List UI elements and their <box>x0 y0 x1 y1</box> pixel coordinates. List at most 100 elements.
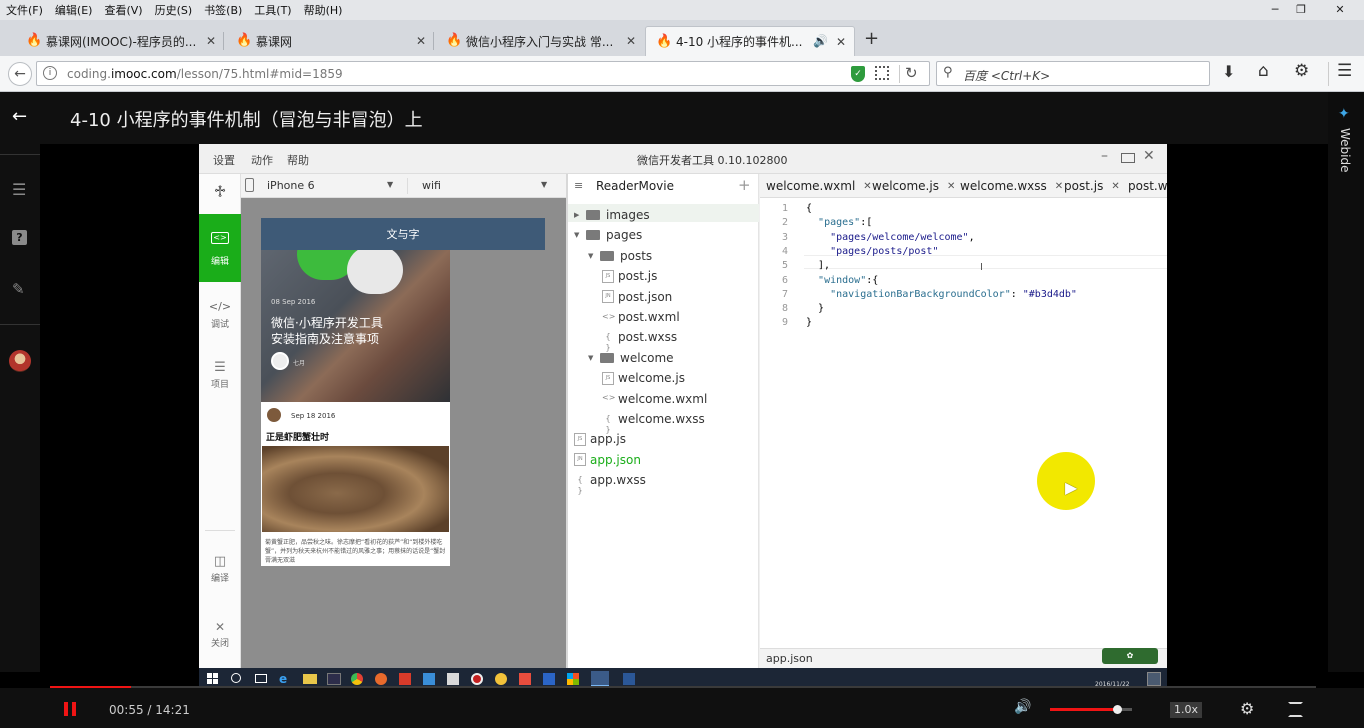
close-icon[interactable]: ✕ <box>1055 181 1063 192</box>
ide-menu-actions[interactable]: 动作 <box>251 152 273 168</box>
file-tree-item[interactable]: ▶ images <box>574 206 650 224</box>
chevron-down-icon[interactable]: ▼ <box>588 354 598 362</box>
nav-edit[interactable]: <> 编辑 <box>199 214 241 282</box>
speaker-icon[interactable]: 🔊 <box>813 34 828 48</box>
minimize-icon[interactable]: – <box>1101 148 1108 164</box>
qr-code-icon[interactable] <box>875 66 889 80</box>
close-icon[interactable]: ✕ <box>836 35 846 49</box>
volume-slider[interactable] <box>1050 705 1132 714</box>
post-card[interactable]: Sep 18 2016 正是虾肥蟹壮时 菊黄蟹正肥，品尝秋之味。徐志摩把“看初花… <box>261 402 450 566</box>
pause-icon[interactable] <box>64 702 68 716</box>
ide-menu-help[interactable]: 帮助 <box>287 152 309 168</box>
fullscreen-icon[interactable] <box>1288 702 1303 717</box>
tab-course[interactable]: 🔥 微信小程序入门与实战 常... ✕ <box>436 26 644 56</box>
chevron-down-icon[interactable]: ▼ <box>541 180 547 189</box>
app-icon[interactable] <box>567 673 579 685</box>
code-editor[interactable]: welcome.wxml ✕ welcome.js ✕ welcome.wxss ✕ … <box>760 174 1167 668</box>
close-icon[interactable]: ✕ <box>626 34 636 48</box>
word-icon[interactable] <box>623 673 635 685</box>
close-icon[interactable]: ✕ <box>1111 181 1119 192</box>
edge-icon[interactable]: e <box>279 672 291 686</box>
playback-speed-button[interactable]: 1.0x <box>1170 702 1202 718</box>
device-select[interactable]: iPhone 6 <box>267 179 315 192</box>
question-icon[interactable]: ? <box>12 230 27 245</box>
volume-icon[interactable]: 🔊 <box>1014 699 1031 715</box>
avatar[interactable] <box>9 350 31 372</box>
search-icon[interactable] <box>231 673 241 683</box>
file-tree-item[interactable]: { } post.wxss <box>602 328 677 352</box>
nav-compile[interactable]: ◫ 编译 <box>199 554 241 584</box>
menu-edit[interactable]: 编辑(E) <box>55 2 93 18</box>
firefox-icon[interactable] <box>375 673 387 685</box>
shield-check-icon[interactable]: ✓ <box>851 66 865 82</box>
home-icon[interactable]: ⌂ <box>1258 61 1269 81</box>
app-icon[interactable] <box>519 673 531 685</box>
editor-tab-welcome-wxml[interactable]: welcome.wxml ✕ <box>766 174 872 197</box>
file-tree-item[interactable]: JS welcome.js <box>602 369 685 387</box>
close-icon[interactable]: ✕ <box>863 181 871 192</box>
minimize-window-icon[interactable]: ─ <box>1262 0 1288 18</box>
info-icon[interactable]: i <box>43 66 57 80</box>
file-tree-item[interactable]: JN app.json <box>574 451 641 469</box>
photoshop-icon[interactable] <box>327 673 341 685</box>
file-tree-item[interactable]: JS post.js <box>602 267 657 285</box>
notification-icon[interactable] <box>1147 672 1161 686</box>
nav-project[interactable]: ☰ 项目 <box>199 360 241 390</box>
close-icon[interactable]: ✕ <box>1143 148 1155 164</box>
file-explorer-icon[interactable] <box>303 674 317 684</box>
menu-help[interactable]: 帮助(H) <box>304 2 343 18</box>
file-tree-item[interactable]: <> post.wxml <box>602 308 680 326</box>
file-tree-item[interactable]: { } welcome.wxss <box>602 410 704 434</box>
editor-tab-post-js[interactable]: post.js ✕ <box>1064 174 1120 197</box>
chevron-right-icon[interactable]: ▶ <box>574 211 584 219</box>
ide-menu-settings[interactable]: 设置 <box>213 152 235 168</box>
close-icon[interactable]: ✕ <box>416 34 426 48</box>
file-tree-item[interactable]: <> welcome.wxml <box>602 390 707 408</box>
chevron-down-icon[interactable]: ▼ <box>574 231 584 239</box>
download-icon[interactable]: ⬇ <box>1222 62 1235 81</box>
app-icon[interactable] <box>447 673 459 685</box>
close-icon[interactable]: ✕ <box>206 34 216 48</box>
tab-imooc-home[interactable]: 🔥 慕课网(IMOOC)-程序员的... ✕ <box>16 26 224 56</box>
app-icon[interactable] <box>495 673 507 685</box>
phone-rotate-icon[interactable] <box>245 178 254 192</box>
close-window-icon[interactable]: ✕ <box>1320 0 1360 18</box>
restore-window-icon[interactable]: ❐ <box>1288 0 1314 18</box>
menu-history[interactable]: 历史(S) <box>155 2 193 18</box>
record-icon[interactable] <box>471 673 483 685</box>
file-tree-item[interactable]: ▼ welcome <box>588 349 674 367</box>
post-banner-image[interactable]: 08 Sep 2016 微信·小程序开发工具 安装指南及注意事项 七月 <box>261 250 450 402</box>
pencil-icon[interactable]: ✎ <box>12 280 25 298</box>
back-arrow-icon[interactable]: ← <box>8 62 32 86</box>
file-tree-item[interactable]: JS app.js <box>574 430 626 448</box>
add-file-icon[interactable]: + <box>738 176 751 194</box>
back-arrow-icon[interactable]: ← <box>12 106 27 127</box>
chapter-list-icon[interactable]: ☰ <box>12 180 26 199</box>
new-tab-button[interactable]: + <box>864 28 879 49</box>
editor-tab-welcome-js[interactable]: welcome.js ✕ <box>872 174 955 197</box>
menu-bookmarks[interactable]: 书签(B) <box>204 2 242 18</box>
settings-gear-icon[interactable]: ⚙ <box>1240 699 1254 718</box>
maximize-icon[interactable] <box>1121 153 1135 163</box>
gear-icon[interactable]: ⚙ <box>1294 61 1309 81</box>
reload-icon[interactable]: ↻ <box>905 64 918 82</box>
windows-start-icon[interactable] <box>207 673 218 684</box>
chevron-down-icon[interactable]: ▼ <box>588 252 598 260</box>
file-tree-item[interactable]: ▼ pages <box>574 226 642 244</box>
menu-view[interactable]: 查看(V) <box>104 2 142 18</box>
app-icon[interactable] <box>543 673 555 685</box>
hamburger-menu-icon[interactable]: ☰ <box>1337 61 1352 81</box>
tab-lesson-active[interactable]: 🔥 4-10 小程序的事件机... 🔊 ✕ <box>645 26 855 56</box>
volume-knob[interactable] <box>1113 705 1123 714</box>
editor-tab-post-wx[interactable]: post.wx <box>1128 174 1167 197</box>
webide-side-panel[interactable]: ✦ Webide <box>1328 92 1364 672</box>
menu-file[interactable]: 文件(F) <box>6 2 43 18</box>
app-icon[interactable] <box>423 673 435 685</box>
file-tree-item[interactable]: JN post.json <box>602 288 672 306</box>
menu-tools[interactable]: 工具(T) <box>254 2 291 18</box>
devtools-taskbar-icon[interactable] <box>591 671 609 687</box>
address-bar[interactable]: i coding.imooc.com/lesson/75.html#mid=18… <box>36 61 930 86</box>
chevron-down-icon[interactable]: ▼ <box>387 180 393 189</box>
nav-debug[interactable]: </> 调试 <box>199 300 241 330</box>
file-tree-item[interactable]: ▼ posts <box>588 247 652 265</box>
